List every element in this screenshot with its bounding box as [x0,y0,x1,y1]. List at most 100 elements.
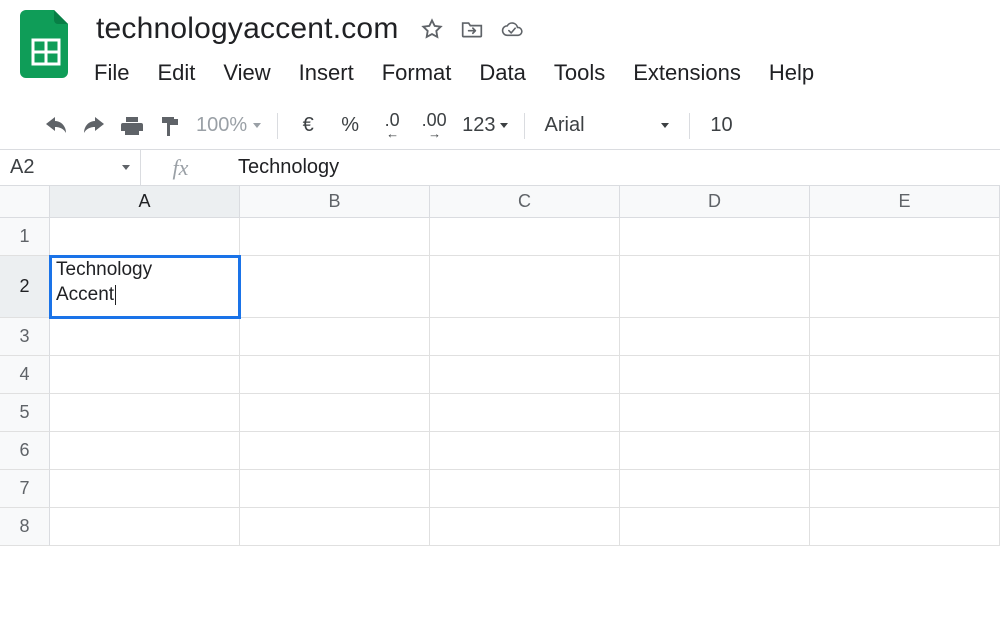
header: technologyaccent.com File E [0,0,1000,90]
cell-C4[interactable] [430,356,620,394]
cell-B8[interactable] [240,508,430,546]
chevron-down-icon [253,123,261,128]
menu-extensions[interactable]: Extensions [631,56,743,90]
cell-B7[interactable] [240,470,430,508]
column-header-E[interactable]: E [810,186,1000,217]
menu-insert[interactable]: Insert [297,56,356,90]
menu-edit[interactable]: Edit [155,56,197,90]
cell-E8[interactable] [810,508,1000,546]
arrow-right-icon: → [428,128,440,140]
column-header-D[interactable]: D [620,186,810,217]
row: 4 [0,356,1000,394]
cell-D5[interactable] [620,394,810,432]
menu-help[interactable]: Help [767,56,816,90]
row-header-2[interactable]: 2 [0,256,50,318]
cell-C2[interactable] [430,256,620,318]
print-button[interactable] [116,110,148,142]
cell-A4[interactable] [50,356,240,394]
column-header-B[interactable]: B [240,186,430,217]
column-header-C[interactable]: C [430,186,620,217]
cell-C5[interactable] [430,394,620,432]
cell-D3[interactable] [620,318,810,356]
toolbar: 100% € % .0 ← .00 → 123 Arial 10 [0,102,1000,150]
cell-A2[interactable]: Technology Accent [50,256,240,318]
row-header-1[interactable]: 1 [0,218,50,256]
percent-button[interactable]: % [332,110,368,142]
cell-E7[interactable] [810,470,1000,508]
increase-decimal-button[interactable]: .00 → [416,110,452,142]
cell-C7[interactable] [430,470,620,508]
row-header-3[interactable]: 3 [0,318,50,356]
formula-input[interactable] [220,150,1000,185]
zoom-selector[interactable]: 100% [192,114,265,137]
cell-C1[interactable] [430,218,620,256]
star-icon[interactable] [421,18,443,40]
cell-A7[interactable] [50,470,240,508]
cell-B5[interactable] [240,394,430,432]
column-header-A[interactable]: A [50,186,240,217]
currency-button[interactable]: € [290,110,326,142]
formula-bar: A2 fx [0,150,1000,186]
cell-E2[interactable] [810,256,1000,318]
menu-format[interactable]: Format [380,56,454,90]
cell-D6[interactable] [620,432,810,470]
font-name: Arial [545,114,585,137]
row: 1 [0,218,1000,256]
cell-A5[interactable] [50,394,240,432]
cell-content: Technology Accent [56,258,152,307]
cell-B4[interactable] [240,356,430,394]
cell-E3[interactable] [810,318,1000,356]
fx-box: fx [140,150,220,185]
menu-view[interactable]: View [221,56,272,90]
font-size-box[interactable]: 10 [702,114,742,137]
zoom-value: 100% [196,114,247,137]
undo-button[interactable] [40,110,72,142]
row-header-4[interactable]: 4 [0,356,50,394]
row-header-5[interactable]: 5 [0,394,50,432]
select-all-corner[interactable] [0,186,50,217]
row-header-7[interactable]: 7 [0,470,50,508]
menu-tools[interactable]: Tools [552,56,607,90]
sheets-doc-icon[interactable] [20,10,72,78]
cloud-saved-icon[interactable] [501,18,523,40]
cell-D1[interactable] [620,218,810,256]
cell-D7[interactable] [620,470,810,508]
decrease-decimal-button[interactable]: .0 ← [374,110,410,142]
cell-B3[interactable] [240,318,430,356]
spreadsheet-grid: ABCDE 12Technology Accent345678 [0,186,1000,546]
menu-data[interactable]: Data [477,56,527,90]
fx-label: fx [173,155,189,181]
cell-E4[interactable] [810,356,1000,394]
cell-B2[interactable] [240,256,430,318]
cell-A1[interactable] [50,218,240,256]
cell-B1[interactable] [240,218,430,256]
cell-D8[interactable] [620,508,810,546]
cell-A3[interactable] [50,318,240,356]
row-header-8[interactable]: 8 [0,508,50,546]
font-selector[interactable]: Arial [537,114,677,137]
redo-button[interactable] [78,110,110,142]
cell-B6[interactable] [240,432,430,470]
cell-E1[interactable] [810,218,1000,256]
cell-E5[interactable] [810,394,1000,432]
paint-format-button[interactable] [154,110,186,142]
title-row: technologyaccent.com [92,10,980,48]
cell-C8[interactable] [430,508,620,546]
more-formats-button[interactable]: 123 [458,114,511,137]
row: 6 [0,432,1000,470]
cell-E6[interactable] [810,432,1000,470]
row-header-6[interactable]: 6 [0,432,50,470]
move-to-folder-icon[interactable] [461,18,483,40]
arrow-left-icon: ← [386,128,398,140]
cell-C6[interactable] [430,432,620,470]
cell-D4[interactable] [620,356,810,394]
name-box[interactable]: A2 [0,150,140,185]
menu-file[interactable]: File [92,56,131,90]
cell-A6[interactable] [50,432,240,470]
row: 8 [0,508,1000,546]
row: 7 [0,470,1000,508]
document-title[interactable]: technologyaccent.com [92,10,403,48]
cell-A8[interactable] [50,508,240,546]
cell-C3[interactable] [430,318,620,356]
cell-D2[interactable] [620,256,810,318]
